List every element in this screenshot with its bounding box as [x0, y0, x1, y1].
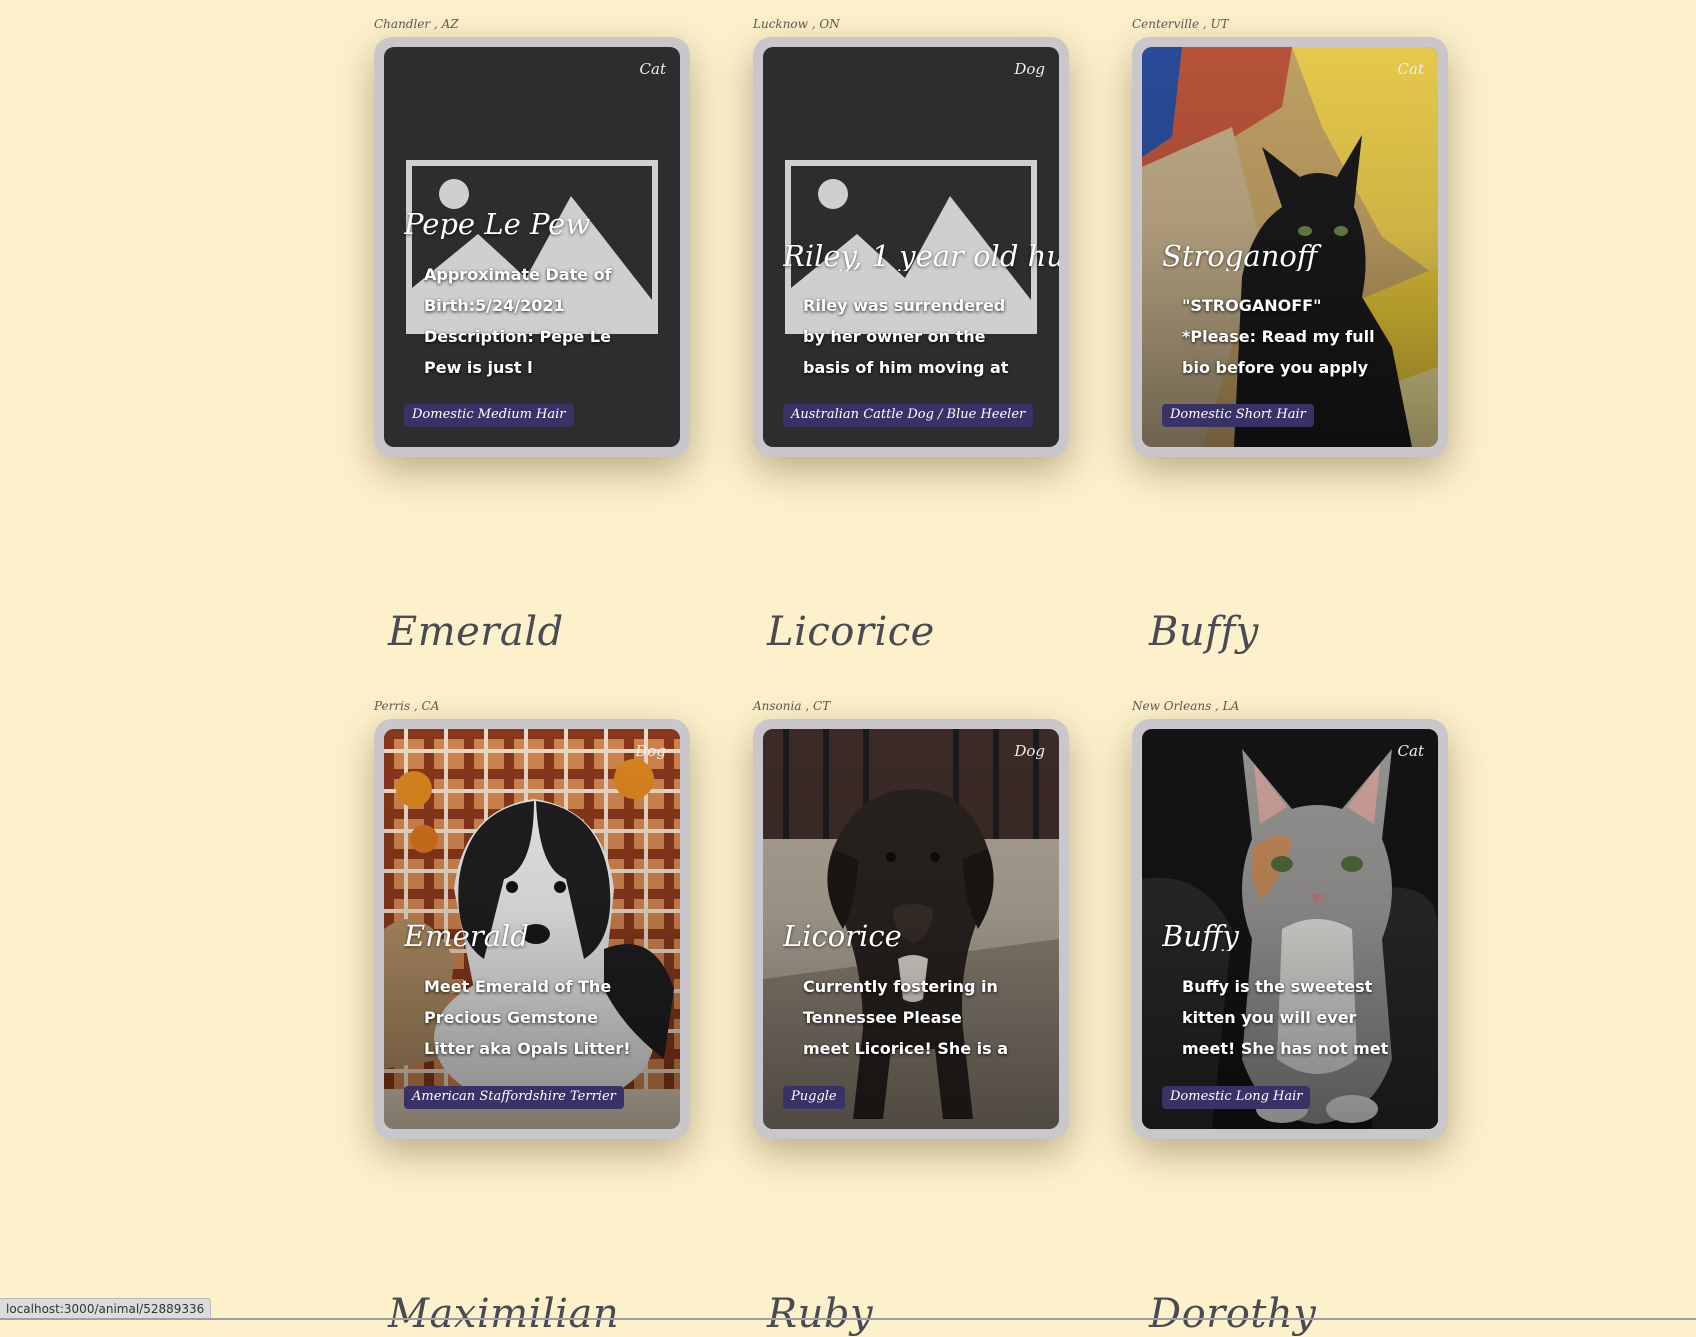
row-title-licorice: Licorice — [767, 609, 935, 655]
card-location: New Orleans , LA — [1132, 699, 1240, 713]
animal-description: Buffy is the sweetest kitten you will ev… — [1182, 977, 1389, 1058]
row-title-ruby: Ruby — [767, 1291, 874, 1337]
species-label: Dog — [635, 742, 666, 760]
animal-name: Licorice — [783, 922, 902, 951]
species-label: Dog — [1014, 742, 1045, 760]
species-label: Dog — [1014, 60, 1045, 78]
row-title-dorothy: Dorothy — [1149, 1291, 1317, 1337]
animal-description: "STROGANOFF" *Please: Read my full bio b… — [1182, 296, 1375, 377]
animal-description: Meet Emerald of The Precious Gemstone Li… — [424, 977, 631, 1058]
breed-badge: Domestic Long Hair — [1162, 1086, 1311, 1109]
row-title-maximilian: Maximilian — [388, 1291, 620, 1337]
card-location: Ansonia , CT — [753, 699, 831, 713]
row-title-emerald: Emerald — [388, 609, 564, 655]
species-label: Cat — [1397, 742, 1424, 760]
status-bar-url: localhost:3000/animal/52889336 — [0, 1298, 212, 1320]
animal-card[interactable]: Dog Riley, 1 year old hu Riley was surre… — [753, 37, 1069, 457]
animal-card[interactable]: Cat Pepe Le Pew Approximate Date of Birt… — [374, 37, 690, 457]
breed-badge: Australian Cattle Dog / Blue Heeler — [783, 404, 1034, 427]
animal-card[interactable]: Cat Buffy Buffy is the sweetest kitten y… — [1132, 719, 1448, 1139]
breed-badge: Puggle — [783, 1086, 845, 1109]
animal-description: Riley was surrendered by her owner on th… — [803, 296, 1009, 377]
animal-name: Riley, 1 year old hu — [783, 242, 1059, 271]
animal-name: Buffy — [1162, 922, 1239, 951]
card-location: Lucknow , ON — [753, 17, 840, 31]
species-label: Cat — [639, 60, 666, 78]
species-label: Cat — [1397, 60, 1424, 78]
card-location: Perris , CA — [374, 699, 440, 713]
animal-name: Pepe Le Pew — [404, 210, 591, 239]
animal-card[interactable]: Cat Stroganoff "STROGANOFF" *Please: Rea… — [1132, 37, 1448, 457]
row-title-buffy: Buffy — [1149, 609, 1259, 655]
animal-name: Stroganoff — [1162, 242, 1318, 271]
breed-badge: Domestic Medium Hair — [404, 404, 574, 427]
breed-badge: American Staffordshire Terrier — [404, 1086, 624, 1109]
card-location: Chandler , AZ — [374, 17, 459, 31]
breed-badge: Domestic Short Hair — [1162, 404, 1314, 427]
animal-name: Emerald — [404, 922, 529, 951]
card-location: Centerville , UT — [1132, 17, 1229, 31]
placeholder-image-icon — [384, 47, 680, 447]
animal-description: Approximate Date of Birth:5/24/2021 Desc… — [424, 265, 612, 377]
animal-card[interactable]: Dog Emerald Meet Emerald of The Precious… — [374, 719, 690, 1139]
animal-description: Currently fostering in Tennessee Please … — [803, 977, 1009, 1058]
animal-card[interactable]: Dog Licorice Currently fostering in Tenn… — [753, 719, 1069, 1139]
